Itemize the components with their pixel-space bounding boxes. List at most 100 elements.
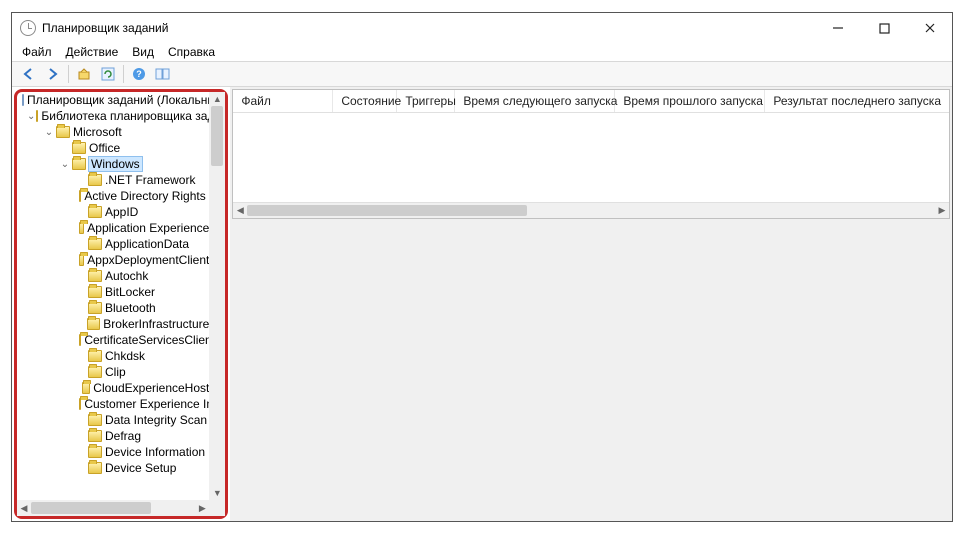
folder-icon <box>79 398 81 410</box>
tree-item-label: Device Setup <box>105 461 176 475</box>
tree-item-label: Clip <box>105 365 126 379</box>
expand-toggle[interactable]: ⌄ <box>43 127 55 138</box>
folder-icon <box>88 430 102 442</box>
col-state[interactable]: Состояние <box>333 90 397 112</box>
folder-icon <box>79 190 81 202</box>
show-hide-button[interactable] <box>152 64 174 84</box>
tree-item[interactable]: ›BitLocker <box>17 284 209 300</box>
expand-toggle[interactable]: ⌄ <box>27 111 35 122</box>
list-horizontal-scrollbar[interactable]: ◀ ▶ <box>233 202 949 218</box>
tree-item[interactable]: ›ApplicationData <box>17 236 209 252</box>
scroll-up-icon[interactable]: ▲ <box>209 92 225 106</box>
scrollbar-corner <box>209 500 225 516</box>
separator <box>68 65 69 83</box>
minimize-button[interactable] <box>824 18 852 38</box>
tree-item[interactable]: ›BrokerInfrastructure <box>17 316 209 332</box>
toolbar: ? <box>12 61 952 87</box>
col-file[interactable]: Файл <box>233 90 333 112</box>
menu-action[interactable]: Действие <box>66 45 119 59</box>
tree-item[interactable]: ›Bluetooth <box>17 300 209 316</box>
folder-icon <box>79 254 84 266</box>
help-button[interactable]: ? <box>128 64 150 84</box>
scrollbar-thumb[interactable] <box>31 502 151 514</box>
tree-panel: Планировщик заданий (Локальный) ⌄ Библио… <box>14 89 228 519</box>
tree-item-label: Bluetooth <box>105 301 156 315</box>
col-last-run[interactable]: Время прошлого запуска <box>615 90 765 112</box>
window-title: Планировщик заданий <box>42 21 824 35</box>
maximize-button[interactable] <box>870 18 898 38</box>
folder-icon <box>88 302 102 314</box>
scrollbar-thumb[interactable] <box>247 205 527 216</box>
expand-toggle[interactable]: ⌄ <box>59 159 71 170</box>
col-next-run[interactable]: Время следующего запуска <box>455 90 615 112</box>
back-button[interactable] <box>18 64 40 84</box>
col-triggers[interactable]: Триггеры <box>397 90 455 112</box>
folder-icon <box>88 270 102 282</box>
tree-item-label: CloudExperienceHost <box>93 381 209 395</box>
tree-item[interactable]: ›Defrag <box>17 428 209 444</box>
content-area: Планировщик заданий (Локальный) ⌄ Библио… <box>12 87 952 521</box>
tree-item[interactable]: ›Chkdsk <box>17 348 209 364</box>
tree-item[interactable]: ›Autochk <box>17 268 209 284</box>
refresh-button[interactable] <box>97 64 119 84</box>
scrollbar-thumb[interactable] <box>211 106 223 166</box>
menubar: Файл Действие Вид Справка <box>12 43 952 61</box>
tree-item[interactable]: ›.NET Framework <box>17 172 209 188</box>
clock-icon <box>20 20 36 36</box>
tree-item-label: Chkdsk <box>105 349 145 363</box>
tree-item[interactable]: ›AppID <box>17 204 209 220</box>
tree-item[interactable]: ›Customer Experience Improvement Program <box>17 396 209 412</box>
navigation-tree[interactable]: Планировщик заданий (Локальный) ⌄ Библио… <box>17 92 225 516</box>
scroll-right-icon[interactable]: ▶ <box>195 500 209 516</box>
tree-item[interactable]: ›Active Directory Rights Management Serv… <box>17 188 209 204</box>
right-panel: Файл Состояние Триггеры Время следующего… <box>230 87 952 521</box>
scroll-left-icon[interactable]: ◀ <box>17 500 31 516</box>
tree-library[interactable]: ⌄ Библиотека планировщика заданий <box>17 108 209 124</box>
col-last-result[interactable]: Результат последнего запуска <box>765 90 949 112</box>
folder-icon <box>88 286 102 298</box>
tree-library-label: Библиотека планировщика заданий <box>41 109 209 123</box>
tree-item[interactable]: ›AppxDeploymentClient <box>17 252 209 268</box>
tree-item-label: AppID <box>105 205 138 219</box>
folder-icon <box>88 350 102 362</box>
scheduler-icon <box>22 94 24 106</box>
folder-icon <box>88 414 102 426</box>
tree-windows[interactable]: ⌄ Windows <box>17 156 209 172</box>
tree-item[interactable]: ›CertificateServicesClient <box>17 332 209 348</box>
menu-help[interactable]: Справка <box>168 45 215 59</box>
tree-item[interactable]: ›CloudExperienceHost <box>17 380 209 396</box>
tree-item[interactable]: ›Application Experience <box>17 220 209 236</box>
tree-item[interactable]: ›Clip <box>17 364 209 380</box>
tree-item-label: BrokerInfrastructure <box>103 317 209 331</box>
tree-root[interactable]: Планировщик заданий (Локальный) <box>17 92 209 108</box>
tree-item[interactable]: ›Device Information <box>17 444 209 460</box>
tree-item-label: Autochk <box>105 269 148 283</box>
scroll-left-icon[interactable]: ◀ <box>233 203 247 218</box>
titlebar[interactable]: Планировщик заданий <box>12 13 952 43</box>
menu-view[interactable]: Вид <box>132 45 154 59</box>
tree-item-label: AppxDeploymentClient <box>87 253 209 267</box>
tree-item-label: Defrag <box>105 429 141 443</box>
tree-item[interactable]: ›Data Integrity Scan <box>17 412 209 428</box>
tree-item-label: Device Information <box>105 445 205 459</box>
properties-button[interactable] <box>73 64 95 84</box>
scroll-down-icon[interactable]: ▼ <box>209 486 225 500</box>
forward-button[interactable] <box>42 64 64 84</box>
tree-item-label: ApplicationData <box>105 237 189 251</box>
menu-file[interactable]: Файл <box>22 45 52 59</box>
tree-microsoft[interactable]: ⌄ Microsoft <box>17 124 209 140</box>
close-button[interactable] <box>916 18 944 38</box>
separator <box>123 65 124 83</box>
horizontal-scrollbar[interactable]: ◀ ▶ <box>17 500 209 516</box>
folder-icon <box>87 318 100 330</box>
folder-icon <box>82 382 90 394</box>
task-list[interactable]: Файл Состояние Триггеры Время следующего… <box>232 89 950 219</box>
scroll-right-icon[interactable]: ▶ <box>935 203 949 218</box>
app-window: Планировщик заданий Файл Действие Вид Сп… <box>11 12 953 522</box>
folder-icon <box>88 238 102 250</box>
tree-item-label: .NET Framework <box>105 173 195 187</box>
tree-office[interactable]: › Office <box>17 140 209 156</box>
task-list-body <box>233 113 949 202</box>
vertical-scrollbar[interactable]: ▲ ▼ <box>209 92 225 500</box>
tree-item[interactable]: ›Device Setup <box>17 460 209 476</box>
